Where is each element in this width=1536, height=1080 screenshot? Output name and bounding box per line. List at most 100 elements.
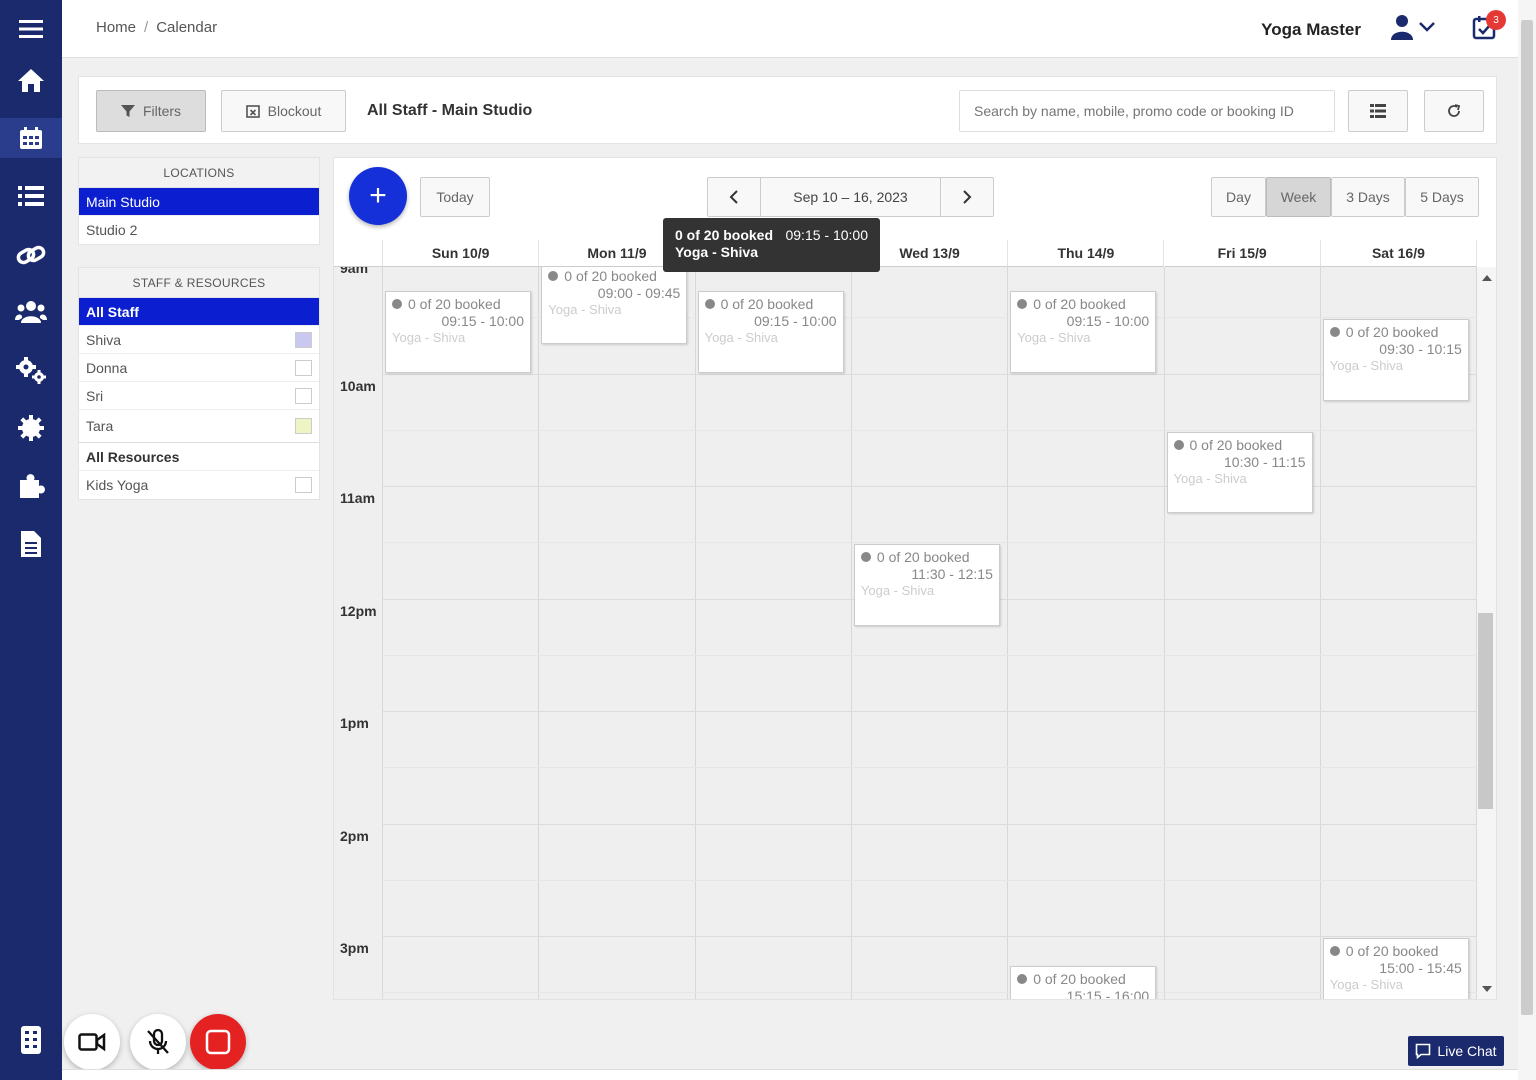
notifications-button[interactable]: 3 — [1472, 10, 1506, 43]
time-label: 1pm — [340, 715, 369, 731]
view-5days-button[interactable]: 5 Days — [1405, 177, 1479, 217]
staff-item-shiva[interactable]: Shiva — [79, 326, 319, 354]
event-booked: 0 of 20 booked — [1033, 296, 1126, 313]
staff-item-tara[interactable]: Tara — [79, 410, 319, 443]
calendar-x-icon — [245, 105, 260, 118]
class-event[interactable]: 0 of 20 booked 10:30 - 11:15 Yoga - Shiva — [1166, 431, 1313, 514]
list-view-button[interactable] — [1348, 90, 1408, 132]
link-icon[interactable] — [0, 235, 62, 275]
column-divider — [694, 267, 696, 999]
day-header: Thu 14/9 — [1008, 240, 1165, 267]
search-input[interactable] — [959, 90, 1335, 132]
home-icon[interactable] — [0, 60, 62, 100]
live-chat-button[interactable]: Live Chat — [1408, 1036, 1504, 1066]
event-time: 09:15 - 10:00 — [441, 313, 524, 330]
chevron-down-icon — [1419, 22, 1435, 32]
day-header: Fri 15/9 — [1164, 240, 1321, 267]
class-event[interactable]: 0 of 20 booked 09:00 - 09:45 Yoga - Shiva — [541, 267, 688, 345]
scroll-down-icon[interactable] — [1482, 986, 1492, 992]
camera-button[interactable] — [64, 1014, 120, 1070]
class-event[interactable]: 0 of 20 booked 09:30 - 10:15 Yoga - Shiva — [1322, 319, 1469, 401]
staff-label: Sri — [86, 387, 104, 404]
location-label: Main Studio — [86, 193, 160, 210]
top-bar: Home / Calendar Yoga Master 3 — [62, 0, 1536, 58]
time-label: 12pm — [340, 602, 377, 619]
settings-gears-icon[interactable] — [0, 350, 62, 390]
gear-icon[interactable] — [0, 408, 62, 448]
bottom-bar — [62, 1069, 1518, 1080]
class-event[interactable]: 0 of 20 booked 11:30 - 12:15 Yoga - Shiva — [853, 544, 1000, 626]
user-menu-button[interactable] — [1390, 14, 1436, 40]
view-3days-button[interactable]: 3 Days — [1331, 177, 1405, 217]
apps-icon[interactable] — [0, 1020, 62, 1060]
scroll-up-icon[interactable] — [1482, 275, 1492, 281]
filters-button[interactable]: Filters — [96, 90, 206, 132]
staff-item-sri[interactable]: Sri — [79, 382, 319, 410]
staff-item-donna[interactable]: Donna — [79, 354, 319, 382]
previous-week-button[interactable] — [707, 177, 761, 217]
today-button[interactable]: Today — [420, 177, 490, 217]
blockout-button[interactable]: Blockout — [221, 90, 346, 132]
calendar-scroll-thumb[interactable] — [1478, 613, 1493, 809]
event-booked: 0 of 20 booked — [408, 296, 501, 313]
class-event[interactable]: 0 of 20 booked 09:15 - 10:00 Yoga - Shiva — [1010, 291, 1157, 373]
staff-color-swatch — [295, 359, 312, 376]
video-camera-icon — [78, 1032, 106, 1052]
hour-line — [382, 711, 1477, 712]
breadcrumb-home[interactable]: Home — [96, 19, 136, 36]
staff-color-swatch — [295, 387, 312, 404]
add-booking-button[interactable]: + — [349, 167, 407, 225]
half-hour-line — [382, 767, 1477, 769]
page-scrollbar[interactable] — [1518, 0, 1536, 1080]
view-week-button[interactable]: Week — [1266, 177, 1331, 217]
notification-badge: 3 — [1486, 10, 1506, 30]
tooltip-time: 09:15 - 10:00 — [785, 227, 868, 243]
event-time: 15:15 - 16:00 — [1066, 988, 1150, 1000]
class-event[interactable]: 0 of 20 booked 15:00 - 15:45 Yoga - Shiva — [1322, 938, 1469, 999]
time-label: 9am — [340, 267, 369, 276]
filters-label: Filters — [142, 103, 182, 119]
class-event[interactable]: 0 of 20 booked 09:15 - 10:00 Yoga - Shiva — [385, 291, 531, 373]
event-time: 09:00 - 09:45 — [597, 285, 681, 301]
puzzle-icon[interactable] — [0, 466, 62, 506]
calendar-icon[interactable] — [0, 118, 62, 158]
users-icon[interactable] — [0, 292, 62, 332]
resource-item-kids-yoga[interactable]: Kids Yoga — [79, 471, 319, 499]
staff-resources-header: STAFF & RESOURCES — [79, 268, 319, 298]
next-week-button[interactable] — [940, 177, 994, 217]
time-label: 11am — [340, 490, 376, 506]
event-title: Yoga - Shiva — [1329, 358, 1404, 374]
class-event[interactable]: 0 of 20 booked15:15 - 16:00Yoga - Shiva — [1010, 966, 1157, 1000]
page-scroll-thumb[interactable] — [1521, 20, 1533, 1015]
staff-label: All Staff — [86, 303, 139, 320]
list-icon[interactable] — [0, 176, 62, 216]
event-time: 11:30 - 12:15 — [911, 566, 993, 583]
stop-recording-button[interactable] — [190, 1014, 246, 1070]
event-booked: 0 of 20 booked — [564, 268, 657, 284]
location-studio-2[interactable]: Studio 2 — [79, 216, 319, 244]
event-time: 09:30 - 10:15 — [1379, 341, 1462, 358]
status-dot-icon — [392, 299, 402, 310]
hour-line — [382, 373, 1477, 375]
event-title: Yoga - Shiva — [704, 330, 778, 346]
staff-all[interactable]: All Staff — [79, 298, 319, 326]
menu-icon[interactable] — [0, 9, 62, 49]
event-title: Yoga - Shiva — [1173, 470, 1247, 486]
location-main-studio[interactable]: Main Studio — [79, 188, 319, 216]
half-hour-line — [382, 992, 1477, 994]
resource-label: All Resources — [86, 448, 180, 465]
staff-label: Tara — [86, 418, 114, 434]
class-event[interactable]: 0 of 20 booked 09:15 - 10:00 Yoga - Shiva — [697, 291, 844, 373]
grid-body[interactable]: 9am 10am 11am 12pm 1pm 2pm 3pm 0 of 20 booked 09… — [334, 267, 1477, 1000]
refresh-button[interactable] — [1424, 90, 1484, 132]
document-icon[interactable] — [0, 524, 62, 564]
status-dot-icon — [860, 552, 871, 563]
chevron-right-icon — [963, 190, 972, 204]
resource-label: Kids Yoga — [86, 477, 149, 493]
resources-all[interactable]: All Resources — [79, 443, 319, 471]
microphone-button[interactable] — [130, 1014, 186, 1070]
half-hour-line — [382, 879, 1477, 881]
view-day-button[interactable]: Day — [1211, 177, 1266, 217]
staff-label: Shiva — [86, 331, 122, 348]
staff-label: Donna — [86, 359, 128, 376]
